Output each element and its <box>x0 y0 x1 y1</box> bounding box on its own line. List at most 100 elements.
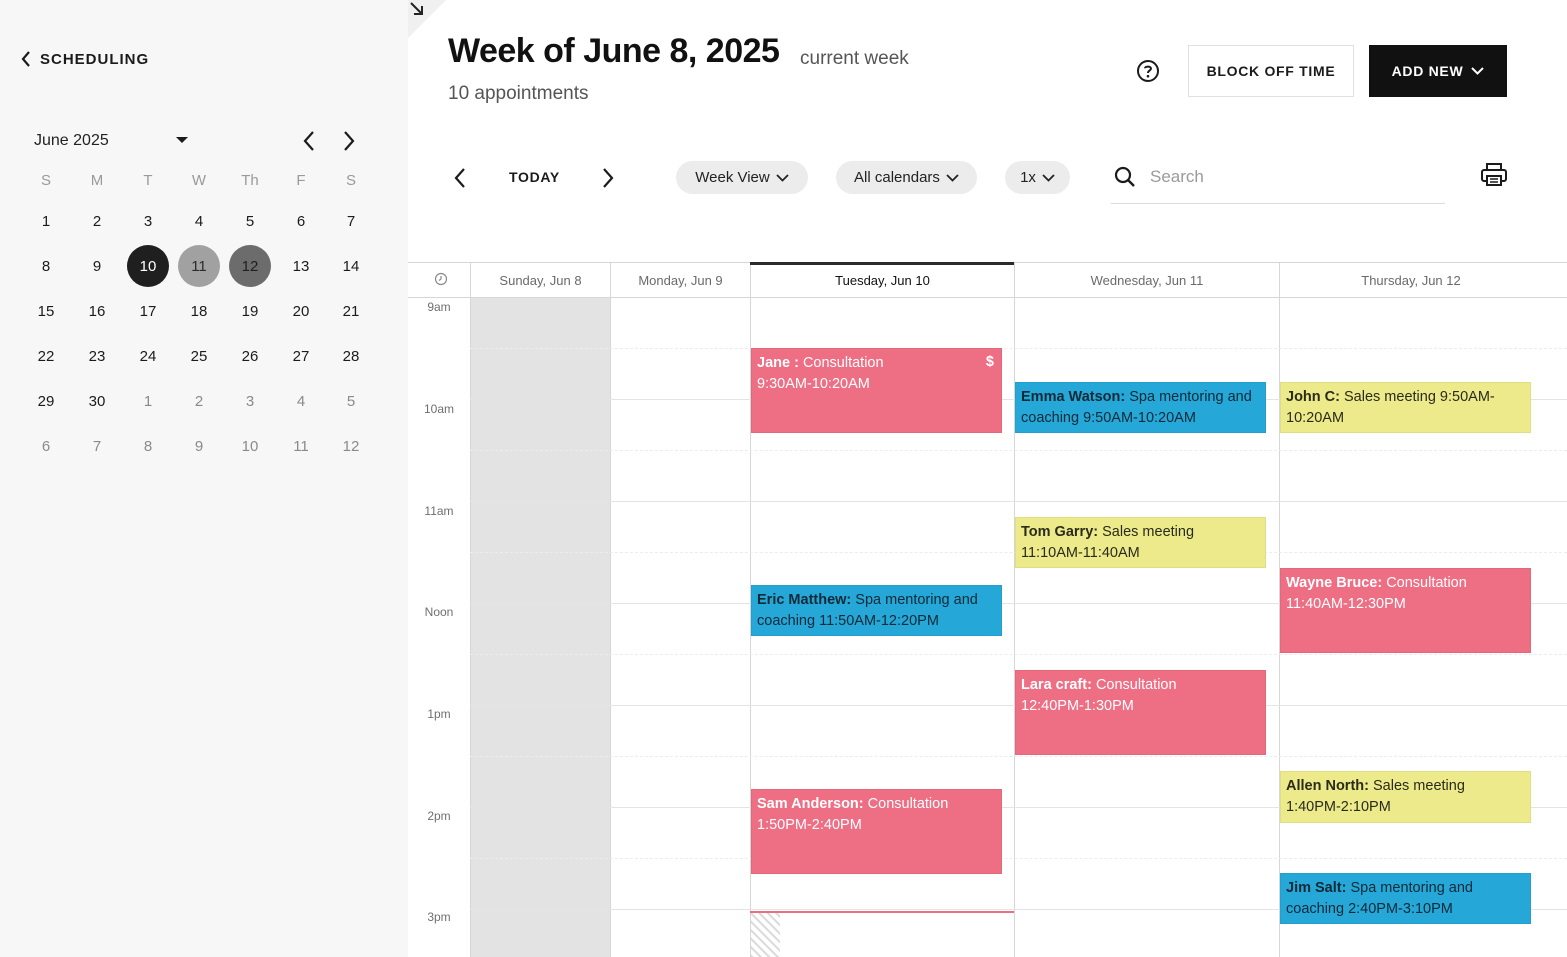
event-card[interactable]: Jane : Consultation 9:30AM-10:20AM $ <box>751 348 1002 433</box>
half-hour-line <box>470 348 1567 349</box>
event-time: 1:40PM-2:10PM <box>1286 798 1391 815</box>
mini-calendar-day[interactable]: 28 <box>330 335 372 377</box>
mini-calendar-day[interactable]: 25 <box>178 335 220 377</box>
mini-calendar-day[interactable]: 8 <box>127 425 169 467</box>
add-new-button[interactable]: ADD NEW <box>1369 45 1507 97</box>
event-card[interactable]: Eric Matthew: Spa mentoring and coaching… <box>751 585 1002 636</box>
view-select[interactable]: Week View <box>676 161 808 194</box>
mini-calendar-day[interactable]: 6 <box>25 425 67 467</box>
mini-calendar-day[interactable]: 17 <box>127 290 169 332</box>
mini-calendar-day[interactable]: 23 <box>76 335 118 377</box>
weekday-label: F <box>296 172 306 189</box>
event-card[interactable]: Lara craft: Consultation 12:40PM-1:30PM <box>1015 670 1266 755</box>
chevron-down-icon <box>1042 173 1055 182</box>
current-time-line <box>750 911 1014 913</box>
event-client: Emma Watson: <box>1021 389 1126 405</box>
mini-calendar-day[interactable]: 1 <box>127 380 169 422</box>
month-label[interactable]: June 2025 <box>34 132 109 150</box>
mini-calendar-day[interactable]: 7 <box>330 200 372 242</box>
help-icon[interactable] <box>1136 59 1160 83</box>
mini-calendar-day[interactable]: 26 <box>229 335 271 377</box>
event-time: 12:40PM-1:30PM <box>1021 697 1134 714</box>
mini-calendar-day[interactable]: 12 <box>330 425 372 467</box>
half-hour-line <box>470 654 1567 655</box>
hour-line <box>470 501 1567 502</box>
back-to-scheduling-link[interactable]: SCHEDULING <box>20 50 149 68</box>
mini-calendar-day[interactable]: 11 <box>280 425 322 467</box>
grid-header-border <box>408 297 1567 298</box>
mini-calendar-day[interactable]: 16 <box>76 290 118 332</box>
event-card[interactable]: Sam Anderson: Consultation 1:50PM-2:40PM <box>751 789 1002 874</box>
mini-calendar-day[interactable]: 13 <box>280 245 322 287</box>
next-month-button[interactable] <box>342 130 356 152</box>
event-card[interactable]: Allen North: Sales meeting 1:40PM-2:10PM <box>1280 771 1531 823</box>
zoom-select-label: 1x <box>1020 169 1036 186</box>
prev-week-button[interactable] <box>452 166 468 190</box>
mini-calendar-day[interactable]: 5 <box>330 380 372 422</box>
mini-calendar-day[interactable]: 3 <box>127 200 169 242</box>
today-button[interactable]: TODAY <box>509 169 560 185</box>
event-card[interactable]: Emma Watson: Spa mentoring and coaching … <box>1015 382 1266 433</box>
mini-calendar-day[interactable]: 12 <box>229 245 271 287</box>
mini-calendar-day[interactable]: 3 <box>229 380 271 422</box>
day-header-tuesday[interactable]: Tuesday, Jun 10 <box>751 273 1014 288</box>
mini-calendar-day[interactable]: 20 <box>280 290 322 332</box>
mini-calendar-day[interactable]: 29 <box>25 380 67 422</box>
event-card[interactable]: Tom Garry: Sales meeting 11:10AM-11:40AM <box>1015 517 1266 568</box>
weekday-label: S <box>345 172 356 189</box>
day-header-monday[interactable]: Monday, Jun 9 <box>611 273 750 288</box>
mini-calendar-day[interactable]: 11 <box>178 245 220 287</box>
chevron-down-icon <box>1471 67 1485 75</box>
mini-calendar-day[interactable]: 7 <box>76 425 118 467</box>
event-client: Lara craft: <box>1021 677 1092 693</box>
day-column-divider <box>1014 262 1015 957</box>
mini-calendar-day[interactable]: 9 <box>76 245 118 287</box>
zoom-select[interactable]: 1x <box>1005 161 1070 194</box>
event-card[interactable]: Jim Salt: Spa mentoring and coaching 2:4… <box>1280 873 1531 924</box>
mini-calendar-day[interactable]: 21 <box>330 290 372 332</box>
block-off-time-button[interactable]: BLOCK OFF TIME <box>1188 45 1354 97</box>
appointment-count: 10 appointments <box>448 83 589 104</box>
mini-calendar-day[interactable]: 14 <box>330 245 372 287</box>
view-select-label: Week View <box>695 169 770 186</box>
next-week-button[interactable] <box>600 166 616 190</box>
resize-arrow-icon[interactable] <box>408 0 446 38</box>
event-client: Tom Garry: <box>1021 524 1099 540</box>
mini-calendar-day[interactable]: 5 <box>229 200 271 242</box>
mini-calendar-day[interactable]: 2 <box>76 200 118 242</box>
mini-calendar-day[interactable]: 27 <box>280 335 322 377</box>
mini-calendar-day[interactable]: 2 <box>178 380 220 422</box>
mini-calendar-day[interactable]: 22 <box>25 335 67 377</box>
mini-calendar-day[interactable]: 24 <box>127 335 169 377</box>
add-new-label: ADD NEW <box>1391 63 1464 79</box>
mini-calendar-header: June 2025 <box>34 130 364 154</box>
prev-month-button[interactable] <box>302 130 316 152</box>
mini-calendar-day[interactable]: 19 <box>229 290 271 332</box>
time-label-11am: 11am <box>424 504 454 518</box>
mini-calendar-day[interactable]: 4 <box>178 200 220 242</box>
time-label-9am: 9am <box>427 300 451 314</box>
mini-calendar-day[interactable]: 1 <box>25 200 67 242</box>
mini-calendar-day[interactable]: 6 <box>280 200 322 242</box>
mini-calendar-day[interactable]: 18 <box>178 290 220 332</box>
calendars-select[interactable]: All calendars <box>836 161 977 194</box>
search-input[interactable] <box>1150 162 1440 192</box>
back-label: SCHEDULING <box>40 50 150 68</box>
mini-calendar-day[interactable]: 4 <box>280 380 322 422</box>
mini-calendar-day[interactable]: 15 <box>25 290 67 332</box>
mini-calendar-day[interactable]: 10 <box>229 425 271 467</box>
mini-calendar-day[interactable]: 10 <box>127 245 169 287</box>
event-card[interactable]: Wayne Bruce: Consultation 11:40AM-12:30P… <box>1280 568 1531 653</box>
day-header-sunday[interactable]: Sunday, Jun 8 <box>471 273 610 288</box>
mini-calendar-day[interactable]: 9 <box>178 425 220 467</box>
event-card[interactable]: John C: Sales meeting 9:50AM-10:20AM <box>1280 382 1531 433</box>
mini-calendar-day[interactable]: 30 <box>76 380 118 422</box>
event-client: Allen North: <box>1286 778 1369 794</box>
mini-calendar-day[interactable]: 8 <box>25 245 67 287</box>
day-header-wednesday[interactable]: Wednesday, Jun 11 <box>1015 273 1279 288</box>
caret-down-icon[interactable] <box>175 136 189 144</box>
print-icon[interactable] <box>1480 162 1508 188</box>
weekday-label: T <box>143 172 153 189</box>
day-header-thursday[interactable]: Thursday, Jun 12 <box>1280 273 1542 288</box>
event-client: Jane : <box>757 355 799 371</box>
